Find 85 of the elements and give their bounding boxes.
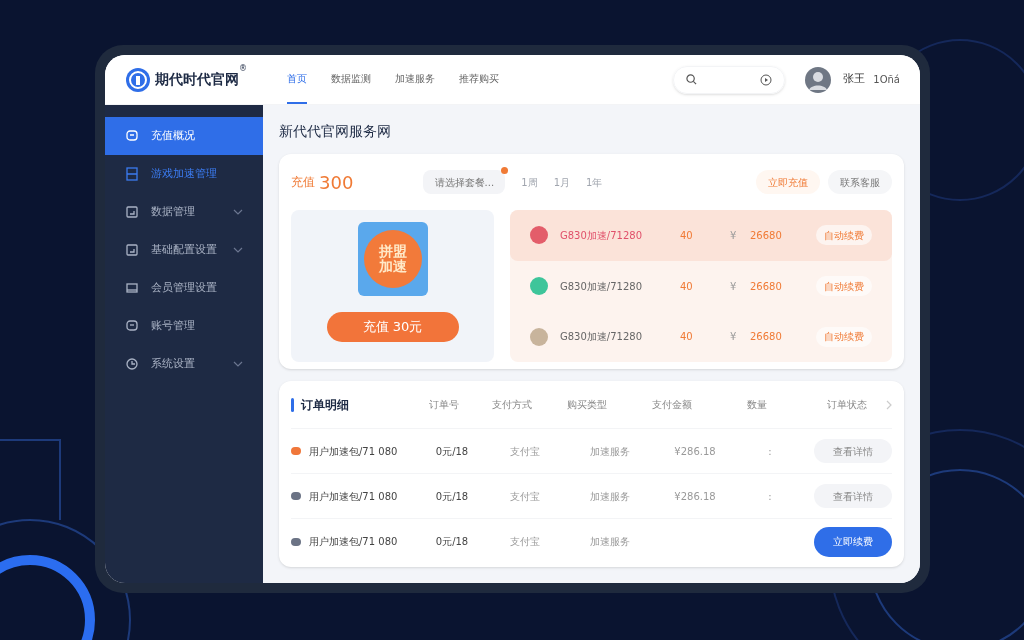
box-icon — [125, 205, 139, 219]
plan-count: 40 — [680, 279, 694, 294]
sidebar-item[interactable]: 系统设置 — [105, 345, 263, 383]
plan-name: G830加速/71280 — [560, 279, 644, 294]
table-cell-text: ¥286.18 — [673, 444, 717, 459]
table-cell-text: 支付宝 — [509, 535, 541, 549]
table-cell-text: 用户加速包/71 080 — [309, 535, 399, 549]
plan-select[interactable]: 请选择套餐... — [423, 170, 506, 194]
table-cell-text: 加速服务 — [589, 535, 631, 549]
column-header: 购买类型 — [566, 398, 608, 412]
search-icon — [686, 74, 698, 85]
plan-price: 26680 — [750, 330, 783, 345]
chevron-down-icon — [233, 361, 243, 367]
table-cell-text: : — [767, 444, 773, 459]
price-value: 300 — [319, 170, 354, 195]
chevron-down-icon — [233, 247, 243, 253]
table-title: 订单明细 — [301, 396, 350, 414]
currency-sign: ¥ — [730, 279, 738, 294]
renew-button[interactable]: 自动续费 — [816, 276, 872, 296]
period-tab[interactable]: 1月 — [549, 174, 575, 190]
currency-sign: ¥ — [730, 228, 738, 243]
table-cell-text: 加速服务 — [589, 444, 631, 459]
artwork-text: 拼盟加速 — [378, 243, 407, 275]
clock-icon — [125, 357, 139, 371]
chat-icon — [125, 129, 139, 143]
plan-price: 26680 — [750, 279, 783, 294]
sidebar-item[interactable]: 账号管理 — [105, 307, 263, 345]
chat-icon — [125, 319, 139, 333]
monitor-icon — [125, 281, 139, 295]
sidebar-item[interactable]: 会员管理设置 — [105, 269, 263, 307]
plan-count: 40 — [680, 228, 694, 243]
sidebar-item[interactable]: 充值概况 — [105, 117, 263, 155]
table-cell-text: : — [767, 489, 773, 504]
title-accent-bar — [291, 397, 294, 412]
sidebar-item[interactable]: 数据管理 — [105, 193, 263, 231]
plan-name: G830加速/71280 — [560, 228, 644, 243]
table-cell-text: ¥286.18 — [673, 489, 717, 504]
sidebar-item[interactable]: 游戏加速管理 — [105, 155, 263, 193]
chevron-right-icon[interactable] — [886, 399, 892, 410]
registered-mark: ® — [239, 63, 247, 75]
table-cell-text: 加速服务 — [589, 489, 631, 504]
box-icon — [125, 243, 139, 257]
table-cell-text: 支付宝 — [509, 444, 541, 459]
row-action-button[interactable]: 立即续费 — [814, 526, 892, 557]
document-icon — [125, 167, 139, 181]
nav-tab[interactable]: 加速服务 — [395, 55, 435, 104]
play-icon — [760, 73, 773, 86]
column-header: 订单号 — [428, 398, 460, 412]
user-info: 1Oñá — [873, 73, 900, 87]
plan-row[interactable]: G830加速/71280 40 ¥ 26680 自动续费 — [510, 210, 892, 261]
renew-button[interactable]: 自动续费 — [816, 225, 872, 246]
action-button[interactable]: 联系客服 — [828, 170, 892, 194]
renew-button[interactable]: 自动续费 — [816, 326, 872, 347]
chevron-down-icon — [233, 209, 243, 215]
page-title: 新代代官网服务网 — [279, 122, 392, 141]
price-label: 充值 — [291, 174, 315, 191]
sidebar-item[interactable]: 基础配置设置 — [105, 231, 263, 269]
action-button[interactable]: 立即充值 — [756, 170, 820, 194]
table-cell-text: 0元/18 — [434, 489, 470, 504]
period-tab[interactable]: 1周 — [517, 174, 542, 190]
table-cell-text: 支付宝 — [509, 489, 541, 504]
user-name: 张王 — [843, 71, 866, 88]
table-cell-text: 用户加速包/71 080 — [309, 489, 399, 504]
column-header: 支付方式 — [491, 398, 533, 412]
row-action-button[interactable]: 查看详情 — [814, 439, 892, 463]
logo-icon — [125, 66, 151, 93]
recharge-button[interactable]: 充值 30元 — [326, 312, 459, 342]
column-header: 数量 — [746, 398, 768, 412]
nav-tab[interactable]: 推荐购买 — [459, 55, 499, 104]
column-header: 订单状态 — [826, 398, 868, 412]
row-action-button[interactable]: 查看详情 — [814, 484, 892, 508]
nav-tab[interactable]: 数据监测 — [331, 55, 371, 104]
avatar-icon — [805, 66, 832, 93]
table-cell-text: 0元/18 — [434, 535, 470, 549]
plan-row[interactable]: G830加速/71280 40 ¥ 26680 自动续费 — [510, 260, 892, 312]
column-header: 支付金额 — [651, 398, 693, 412]
currency-sign: ¥ — [730, 330, 738, 345]
period-tab[interactable]: 1年 — [582, 174, 607, 190]
plan-price: 26680 — [750, 228, 783, 243]
table-cell-text: 0元/18 — [434, 444, 470, 459]
logo-text: 期代时代官网 — [155, 70, 239, 89]
table-cell-text: 用户加速包/71 080 — [309, 444, 399, 459]
plan-row[interactable]: G830加速/71280 40 ¥ 26680 自动续费 — [510, 311, 892, 362]
plan-name: G830加速/71280 — [560, 330, 644, 345]
plan-count: 40 — [680, 330, 694, 345]
